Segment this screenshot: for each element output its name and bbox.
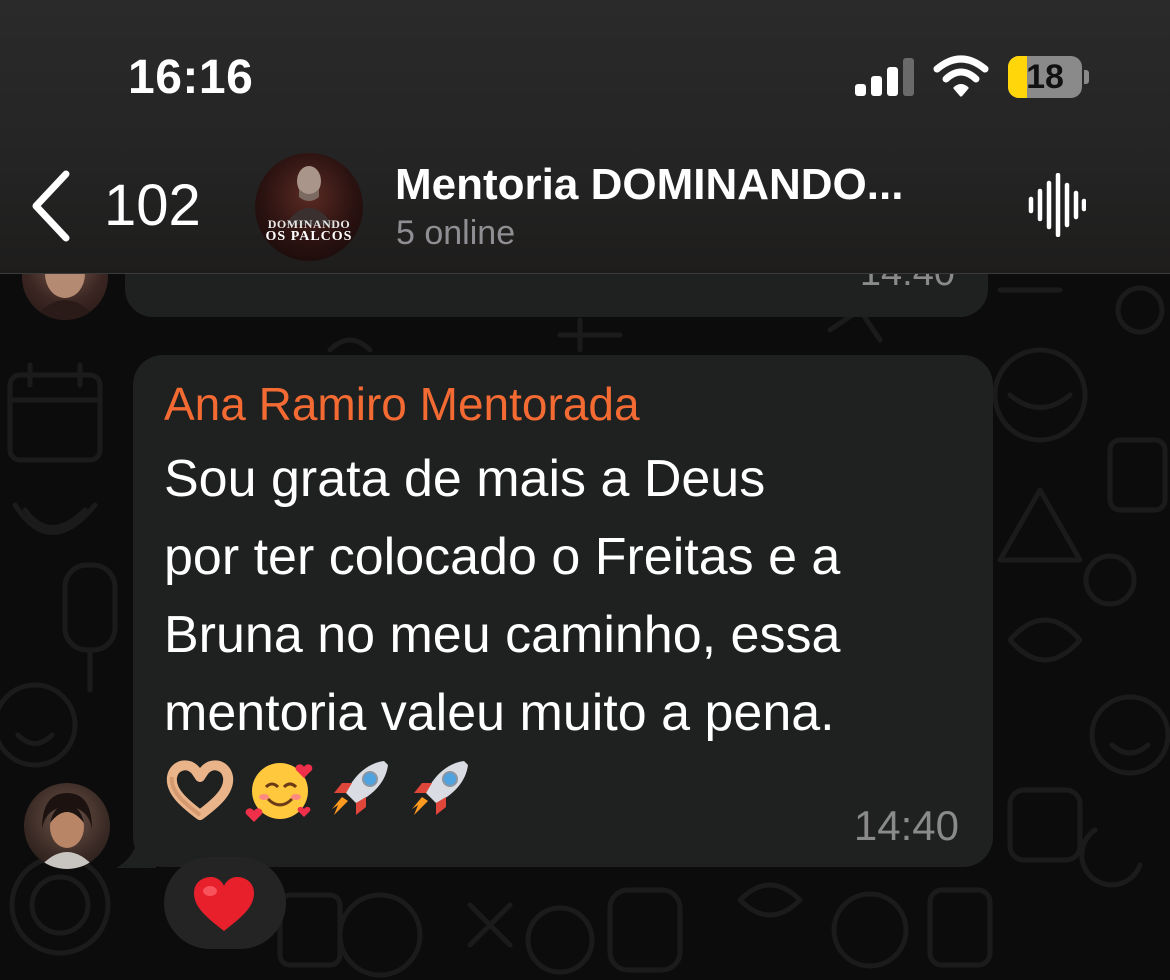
message-text-line: mentoria valeu muito a pena. [164,684,835,742]
avatar-photo-icon [285,166,333,225]
group-avatar[interactable]: DOMINANDO OS PALCOS [255,153,363,261]
reaction-pill[interactable] [164,857,286,949]
status-time: 16:16 [128,51,254,104]
heart-hands-emoji [166,760,234,820]
chat-title[interactable]: Mentoria DOMINANDO... [395,160,965,210]
message-text-line: Sou grata de mais a Deus [164,450,766,508]
message-text-line: Bruna no meu caminho, essa [164,606,841,664]
rocket-emoji [332,761,388,815]
voice-chat-icon[interactable] [1026,173,1086,237]
message-emoji-row [164,753,484,825]
battery-icon: 18 [1008,56,1089,98]
message-sender-name[interactable]: Ana Ramiro Mentorada [164,377,640,431]
red-heart-emoji [194,877,254,931]
signal-icon [855,58,914,96]
message-bubble[interactable]: Ana Ramiro Mentorada Sou grata de mais a… [133,355,993,867]
wifi-icon [933,55,989,97]
back-button[interactable]: 102 [20,160,220,250]
back-chevron-icon [32,170,70,242]
smiling-face-with-hearts-emoji [245,763,313,822]
rocket-emoji [412,761,468,815]
unread-count: 102 [104,173,201,238]
avatar-photo-icon [38,793,96,869]
message-time: 14:40 [853,802,959,849]
battery-level: 18 [1026,58,1064,96]
chat-header: 16:16 18 102 DOMINANDO OS PALCOS Mentori… [0,0,1170,274]
message-text-line: por ter colocado o Freitas e a [164,528,841,586]
sender-avatar[interactable] [24,783,110,869]
chat-screen: 14:40 Ana Ramiro Mentorada Sou grata de … [0,0,1170,980]
group-avatar-text: OS PALCOS [265,229,353,244]
chat-subtitle: 5 online [396,214,516,252]
